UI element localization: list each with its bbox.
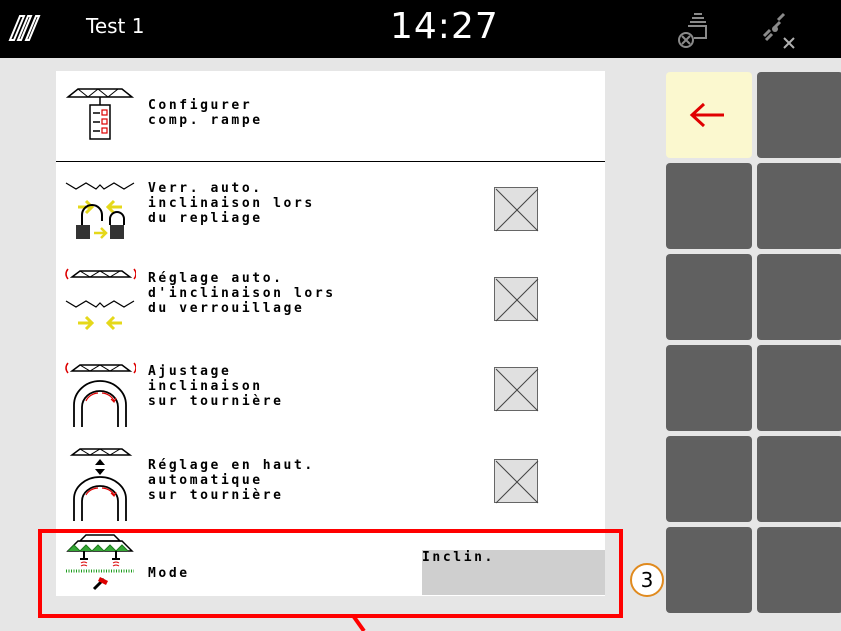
softkey-left-5[interactable]	[666, 436, 752, 522]
softkey-right-3[interactable]	[757, 254, 841, 340]
back-button[interactable]	[666, 72, 752, 158]
auto-tilt-adjust-locking-icon	[65, 268, 136, 331]
menu-item-label: Réglage en haut. automatique sur tourniè…	[148, 458, 315, 503]
auto-height-headland-icon	[69, 448, 133, 521]
softkey-right-4[interactable]	[757, 345, 841, 431]
menu-item-auto-lock-tilt[interactable]: Verr. auto. inclinaison lors du repliage	[56, 163, 605, 253]
softkey-right-1[interactable]	[757, 72, 841, 158]
auto-lock-tilt-checkbox[interactable]	[494, 187, 539, 232]
menu-item-auto-tilt-locking[interactable]: Réglage auto. d'inclinaison lors du verr…	[56, 253, 605, 343]
menu-item-label: Ajustage inclinaison sur tournière	[148, 364, 284, 409]
callout-pointer	[352, 617, 366, 631]
menu-item-label: Verr. auto. inclinaison lors du repliage	[148, 181, 315, 226]
softkey-left-6[interactable]	[666, 527, 752, 613]
auto-lock-tilt-folding-icon	[65, 182, 135, 239]
implement-status-icon[interactable]	[674, 8, 718, 52]
unchecked-cross-icon	[495, 460, 539, 504]
softkey-left-2[interactable]	[666, 163, 752, 249]
tilt-adjust-headland-icon	[65, 362, 136, 427]
boom-configuration-icon	[65, 88, 135, 140]
menu-item-auto-height-headland[interactable]: Réglage en haut. automatique sur tourniè…	[56, 433, 605, 525]
step-number-badge: 3	[630, 563, 664, 597]
header-bar: Test 1 14:27	[0, 0, 841, 58]
unchecked-cross-icon	[495, 368, 539, 412]
auto-height-headland-checkbox[interactable]	[494, 459, 539, 504]
softkey-left-3[interactable]	[666, 254, 752, 340]
settings-panel: Configurer comp. rampe Verr. auto. incli…	[56, 71, 605, 596]
auto-tilt-locking-checkbox[interactable]	[494, 277, 539, 322]
softkey-left-4[interactable]	[666, 345, 752, 431]
menu-item-tilt-headland[interactable]: Ajustage inclinaison sur tournière	[56, 343, 605, 433]
menu-item-configure-boom[interactable]: Configurer comp. rampe	[56, 71, 605, 161]
tilt-headland-checkbox[interactable]	[494, 367, 539, 412]
back-arrow-icon	[689, 102, 724, 128]
highlight-frame	[38, 529, 623, 618]
amazone-logo-icon	[8, 15, 41, 41]
menu-item-label: Configurer comp. rampe	[148, 98, 263, 128]
window-title: Test 1	[86, 14, 145, 38]
unchecked-cross-icon	[495, 278, 539, 322]
menu-item-label: Réglage auto. d'inclinaison lors du verr…	[148, 271, 336, 316]
softkey-right-6[interactable]	[757, 527, 841, 613]
divider	[56, 161, 605, 162]
clock: 14:27	[390, 6, 499, 47]
unchecked-cross-icon	[495, 188, 539, 232]
gps-disconnected-icon[interactable]	[756, 8, 798, 52]
softkey-right-5[interactable]	[757, 436, 841, 522]
softkey-right-2[interactable]	[757, 163, 841, 249]
